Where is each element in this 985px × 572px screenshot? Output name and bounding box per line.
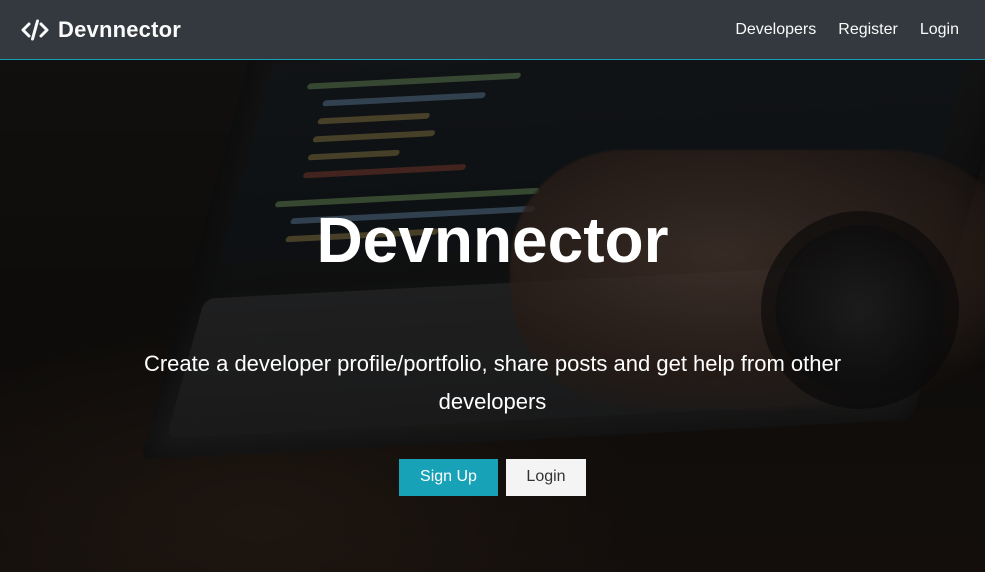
code-icon — [20, 18, 50, 42]
nav-link-developers[interactable]: Developers — [735, 21, 816, 39]
nav-link-register[interactable]: Register — [838, 21, 898, 39]
brand-link[interactable]: Devnnector — [20, 17, 181, 43]
nav-links: Developers Register Login — [735, 21, 959, 39]
navbar: Devnnector Developers Register Login — [0, 0, 985, 60]
landing-title: Devnnector — [316, 204, 669, 276]
landing-page: Devnnector Developers Register Login Dev… — [0, 0, 985, 572]
landing-hero: Devnnector Create a developer profile/po… — [0, 60, 985, 572]
landing-buttons: Sign Up Login — [399, 458, 586, 496]
brand-name: Devnnector — [58, 16, 182, 42]
login-button[interactable]: Login — [506, 458, 586, 496]
sign-up-button[interactable]: Sign Up — [399, 458, 498, 496]
nav-link-login[interactable]: Login — [920, 21, 959, 39]
landing-lead: Create a developer profile/portfolio, sh… — [143, 350, 842, 414]
